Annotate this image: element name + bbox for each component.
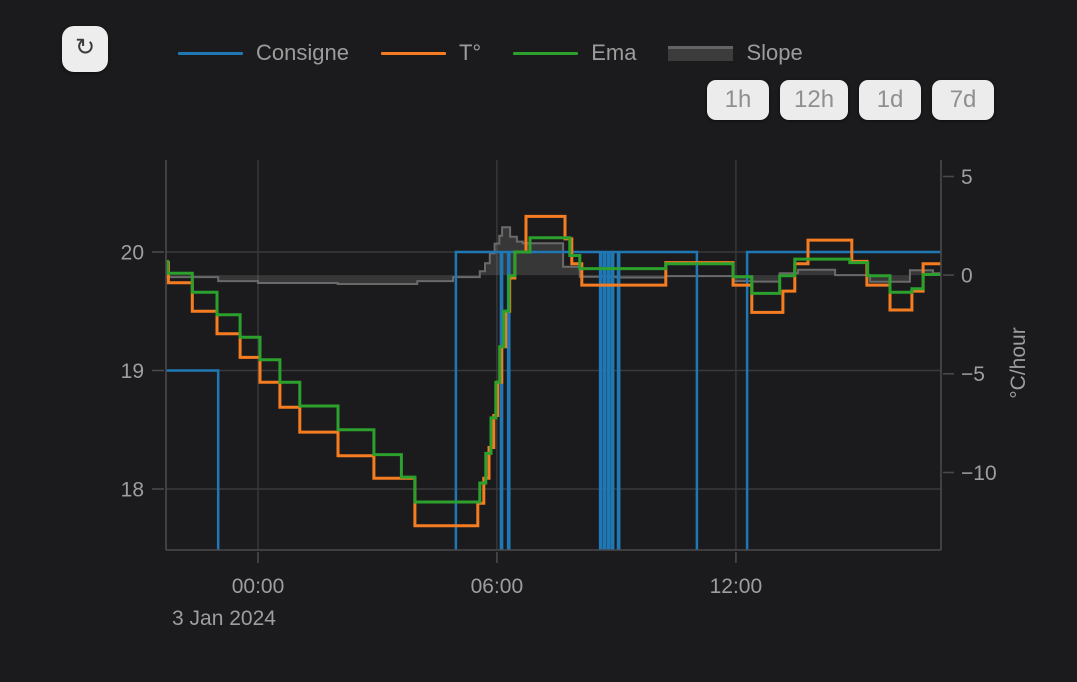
legend-item-ema[interactable]: Ema bbox=[513, 40, 636, 66]
range-button-1d[interactable]: 1d bbox=[859, 80, 921, 120]
ema-line-swatch bbox=[513, 52, 578, 55]
temperature-line-swatch bbox=[381, 52, 446, 55]
legend-label: Ema bbox=[591, 40, 636, 66]
range-button-7d[interactable]: 7d bbox=[932, 80, 994, 120]
slope-area-swatch bbox=[668, 46, 733, 61]
time-tick-label: 12:00 bbox=[710, 575, 763, 598]
time-tick-label: 00:00 bbox=[232, 575, 285, 598]
temp-tick-label: 19 bbox=[121, 360, 144, 383]
legend-label: Slope bbox=[746, 40, 802, 66]
temp-tick-label: 18 bbox=[121, 478, 144, 501]
legend-item-slope[interactable]: Slope bbox=[668, 40, 802, 66]
chart-legend: Consigne T° Ema Slope bbox=[178, 40, 803, 66]
slope-tick-label: −10 bbox=[961, 462, 997, 485]
range-button-1h[interactable]: 1h bbox=[707, 80, 769, 120]
thermostat-history-card: ↻ Consigne T° Ema Slope 1h 12h 1d 7d 20 1… bbox=[0, 0, 1077, 682]
legend-item-consigne[interactable]: Consigne bbox=[178, 40, 349, 66]
temp-tick-label: 20 bbox=[121, 241, 144, 264]
slope-axis-title: °C/hour bbox=[1007, 327, 1030, 398]
consigne-line-swatch bbox=[178, 52, 243, 55]
refresh-icon: ↻ bbox=[75, 36, 95, 60]
time-tick-label: 06:00 bbox=[471, 575, 524, 598]
legend-item-temperature[interactable]: T° bbox=[381, 40, 481, 66]
legend-label: Consigne bbox=[256, 40, 349, 66]
consigne-line bbox=[166, 252, 941, 572]
date-label: 3 Jan 2024 bbox=[172, 607, 276, 630]
legend-label: T° bbox=[459, 40, 481, 66]
slope-tick-label: 0 bbox=[961, 264, 973, 287]
slope-tick-label: 5 bbox=[961, 166, 973, 189]
range-button-12h[interactable]: 12h bbox=[780, 80, 848, 120]
slope-area bbox=[166, 227, 941, 284]
refresh-button[interactable]: ↻ bbox=[62, 26, 108, 72]
slope-tick-label: −5 bbox=[961, 363, 985, 386]
range-button-row: 1h 12h 1d 7d bbox=[707, 80, 994, 120]
